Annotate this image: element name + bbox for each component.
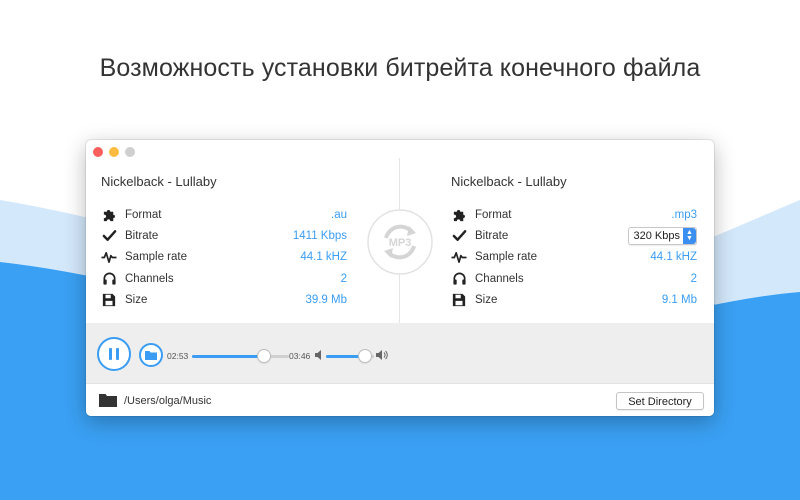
waveform-icon: [101, 249, 117, 265]
source-properties: Format .au Bitrate 1411 Kbps Sample rate…: [101, 204, 347, 310]
set-directory-button[interactable]: Set Directory: [616, 392, 704, 410]
target-size-row: Size 9.1 Mb: [451, 289, 697, 310]
target-channels-value: 2: [690, 272, 697, 285]
source-channels-label: Channels: [125, 272, 174, 285]
source-sample-rate-label: Sample rate: [125, 251, 188, 264]
target-format-label: Format: [475, 208, 512, 221]
headline: Возможность установки битрейта конечного…: [99, 54, 701, 82]
headphones-icon: [451, 271, 467, 287]
open-file-button[interactable]: [139, 343, 163, 367]
output-directory-bar: /Users/olga/Music Set Directory: [86, 383, 714, 416]
source-channels-value: 2: [340, 272, 347, 285]
folder-icon: [99, 394, 117, 407]
volume-low-icon: [315, 350, 321, 360]
floppy-disk-icon: [451, 292, 467, 308]
target-size-label: Size: [475, 293, 498, 306]
output-path: /Users/olga/Music: [124, 395, 212, 407]
bitrate-select-value: 320 Kbps: [633, 229, 680, 242]
source-channels-row: Channels 2: [101, 268, 347, 289]
volume-high-icon: [376, 350, 388, 360]
headphones-icon: [101, 271, 117, 287]
source-size-label: Size: [125, 293, 148, 306]
pause-icon-bar: [116, 348, 119, 360]
volume-knob[interactable]: [359, 350, 372, 362]
folder-icon: [145, 351, 157, 360]
target-format-value: .mp3: [671, 208, 697, 221]
source-format-row: Format .au: [101, 204, 347, 225]
puzzle-icon: [101, 207, 117, 223]
target-track-title: Nickelback - Lullaby: [451, 174, 567, 189]
target-sample-rate-value: 44.1 kHZ: [650, 251, 697, 264]
source-bitrate-row: Bitrate 1411 Kbps: [101, 225, 347, 246]
target-bitrate-row: Bitrate 320 Kbps ▲ ▼: [451, 225, 697, 246]
target-sample-rate-label: Sample rate: [475, 251, 538, 264]
progress-fill: [192, 355, 264, 358]
target-channels-label: Channels: [475, 272, 524, 285]
floppy-disk-icon: [101, 292, 117, 308]
puzzle-icon: [451, 207, 467, 223]
select-arrows-icon: ▲ ▼: [683, 227, 696, 244]
source-sample-rate-value: 44.1 kHZ: [300, 251, 347, 264]
source-bitrate-value: 1411 Kbps: [292, 229, 347, 242]
bitrate-select[interactable]: 320 Kbps ▲ ▼: [627, 226, 697, 245]
target-bitrate-label: Bitrate: [475, 229, 509, 242]
source-panel: Nickelback - Lullaby Format .au Bitrate …: [86, 140, 400, 323]
target-format-row: Format .mp3: [451, 204, 697, 225]
waveform-icon: [451, 249, 467, 265]
checkmark-icon: [101, 228, 117, 244]
source-sample-rate-row: Sample rate 44.1 kHZ: [101, 247, 347, 268]
player-bar: 02:53 03:46: [86, 323, 714, 383]
source-track-title: Nickelback - Lullaby: [101, 174, 217, 189]
target-channels-row: Channels 2: [451, 268, 697, 289]
checkmark-icon: [451, 228, 467, 244]
source-bitrate-label: Bitrate: [125, 229, 159, 242]
target-size-value: 9.1 Mb: [661, 293, 697, 306]
progress-knob[interactable]: [257, 350, 270, 362]
source-size-row: Size 39.9 Mb: [101, 289, 347, 310]
progress-slider[interactable]: [192, 350, 289, 362]
source-size-value: 39.9 Mb: [305, 293, 347, 306]
target-properties: Format .mp3 Bitrate 320 Kbps ▲ ▼ Sample r…: [451, 204, 697, 310]
app-window: Nickelback - Lullaby Format .au Bitrate …: [86, 140, 714, 416]
target-panel: Nickelback - Lullaby Format .mp3 Bitrate…: [400, 140, 714, 323]
pause-icon: [109, 348, 112, 360]
source-format-label: Format: [125, 208, 162, 221]
source-format-value: .au: [331, 208, 347, 221]
total-time: 03:46: [289, 351, 311, 361]
volume-slider[interactable]: [326, 350, 374, 362]
target-sample-rate-row: Sample rate 44.1 kHZ: [451, 247, 697, 268]
elapsed-time: 02:53: [167, 351, 189, 361]
pause-button[interactable]: [97, 337, 131, 371]
